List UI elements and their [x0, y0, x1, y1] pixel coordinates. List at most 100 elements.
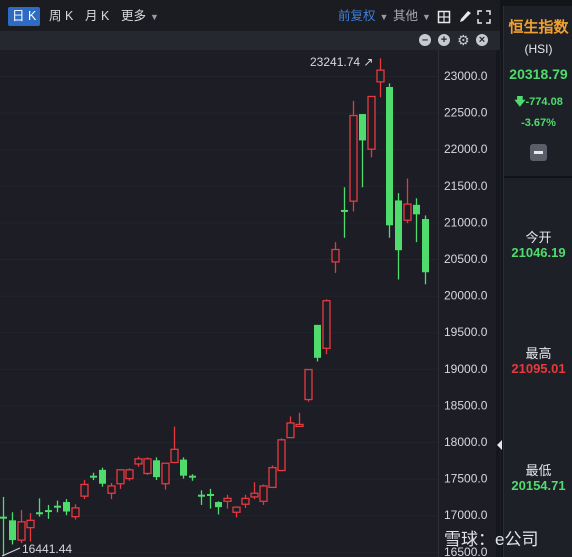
candle[interactable] — [241, 494, 250, 508]
candle[interactable] — [359, 114, 366, 188]
candle[interactable] — [71, 504, 80, 520]
candle-body — [376, 69, 385, 83]
candle[interactable] — [189, 474, 196, 481]
candle[interactable] — [80, 480, 89, 500]
candle-body — [250, 492, 259, 498]
candle-body — [207, 493, 214, 496]
candle-body — [314, 324, 321, 358]
candle[interactable] — [26, 513, 35, 542]
candle[interactable] — [349, 100, 358, 212]
candle-body — [215, 502, 222, 508]
expand-arrow-icon[interactable] — [497, 440, 502, 450]
candle-body — [26, 519, 35, 529]
candle[interactable] — [153, 457, 160, 481]
candle[interactable] — [331, 242, 340, 273]
candle-body — [422, 219, 429, 273]
candle[interactable] — [304, 368, 313, 402]
index-name: 恒生指数 — [508, 19, 569, 36]
candle[interactable] — [207, 488, 214, 509]
candle[interactable] — [259, 484, 268, 505]
candle[interactable] — [286, 416, 295, 439]
candle-body — [180, 459, 187, 476]
candle-body — [107, 485, 116, 494]
candle[interactable] — [170, 426, 179, 464]
candle[interactable] — [116, 469, 125, 489]
candle[interactable] — [17, 510, 26, 544]
arrow-icon: ↗ — [363, 55, 374, 69]
candle-body — [9, 520, 16, 541]
candle-body — [198, 494, 205, 497]
candle[interactable] — [0, 496, 7, 557]
low-value: 20154.71 — [511, 478, 566, 493]
candle-body — [125, 469, 134, 480]
candle-body — [63, 502, 70, 512]
candle[interactable] — [223, 494, 232, 509]
candle-body — [241, 497, 250, 505]
quote-sidebar: 恒生指数 (HSI) 20318.79 🡇-774.08 -3.67% 今开 2… — [503, 6, 572, 557]
candle[interactable] — [63, 499, 70, 516]
candle-body — [359, 114, 366, 141]
candle[interactable] — [367, 95, 376, 158]
candle[interactable] — [45, 504, 52, 519]
y-tick-label: 18500.0 — [444, 398, 488, 412]
max-annotation: 23241.74 ↗ — [310, 55, 373, 69]
y-tick-label: 21500.0 — [444, 179, 488, 193]
y-tick-label: 20500.0 — [444, 252, 488, 266]
current-price: 20318.79 — [509, 66, 568, 82]
candle-body — [286, 422, 295, 439]
candle-body — [170, 448, 179, 464]
candle[interactable] — [268, 465, 277, 489]
candle[interactable] — [250, 482, 259, 500]
candle[interactable] — [134, 456, 143, 467]
watermark: 雪球：e公司 — [444, 530, 539, 549]
candle-body — [189, 475, 196, 478]
candle[interactable] — [386, 83, 393, 238]
candle[interactable] — [395, 193, 402, 280]
candle-body — [295, 423, 304, 428]
candle[interactable] — [403, 178, 412, 224]
candle-body — [232, 506, 241, 513]
candle[interactable] — [107, 482, 116, 500]
candle-body — [134, 458, 143, 465]
y-tick-label: 23000.0 — [444, 69, 488, 83]
candle[interactable] — [125, 468, 134, 481]
candle-body — [17, 521, 26, 541]
candle[interactable] — [422, 215, 429, 285]
y-tick-label: 19000.0 — [444, 362, 488, 376]
candle[interactable] — [180, 457, 187, 479]
candle[interactable] — [314, 324, 321, 362]
index-code: (HSI) — [524, 42, 553, 56]
y-tick-label: 22000.0 — [444, 142, 488, 156]
candle-body — [80, 483, 89, 497]
y-tick-label: 17500.0 — [444, 472, 488, 486]
candlestick-chart: 23000.0 22500.0 22000.0 21500.0 21000.0 20500… — [0, 58, 488, 557]
candle[interactable] — [341, 187, 348, 238]
high-label: 最高 — [525, 346, 552, 361]
candle[interactable] — [322, 299, 331, 355]
collapse-button[interactable] — [530, 144, 547, 161]
candle-body — [349, 114, 358, 202]
candle-body — [304, 368, 313, 401]
candle[interactable] — [376, 58, 385, 98]
candle[interactable] — [36, 498, 43, 517]
candle[interactable] — [277, 438, 286, 472]
candle[interactable] — [161, 462, 170, 490]
candle-body — [367, 95, 376, 150]
candle-body — [223, 497, 232, 502]
candle-body — [116, 469, 125, 485]
candle-body — [36, 512, 43, 515]
candle-body — [331, 248, 340, 263]
candle[interactable] — [413, 198, 420, 243]
y-tick-label: 17000.0 — [444, 508, 488, 522]
y-tick-label: 21000.0 — [444, 215, 488, 229]
candle[interactable] — [215, 501, 222, 515]
candle-body — [341, 209, 348, 212]
candle[interactable] — [295, 412, 304, 428]
min-value: 16441.44 — [22, 542, 73, 556]
candle[interactable] — [143, 457, 152, 475]
candle[interactable] — [198, 490, 205, 505]
candle[interactable] — [54, 500, 61, 513]
candle[interactable] — [99, 467, 106, 487]
candle-body — [143, 458, 152, 475]
candle[interactable] — [9, 512, 16, 545]
